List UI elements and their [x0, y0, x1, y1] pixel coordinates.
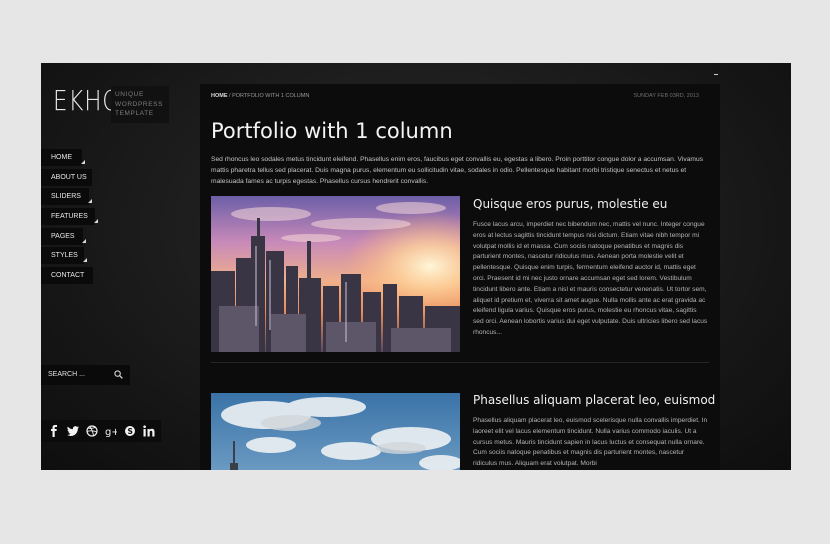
tagline-line: UNIQUE: [115, 91, 144, 98]
main-content: HOME / PORTFOLIO WITH 1 COLUMN SUNDAY FE…: [200, 84, 720, 470]
corner-mark: [714, 74, 718, 75]
nav-item-sliders[interactable]: SLIDERS: [41, 188, 92, 206]
portfolio-image[interactable]: [211, 196, 460, 352]
skype-icon[interactable]: S: [120, 420, 139, 442]
nav-item-label: CONTACT: [51, 272, 85, 280]
submenu-arrow-icon: [81, 160, 85, 164]
nav-item-styles[interactable]: STYLES: [41, 247, 87, 265]
current-date: SUNDAY FEB 03RD, 2013: [633, 93, 699, 99]
nav-item-label: PAGES: [51, 232, 75, 240]
site-frame: EKHO UNIQUE WORDPRESS TEMPLATE HOME ABOU…: [41, 63, 791, 470]
portfolio-item-title[interactable]: Phasellus aliquam placerat leo, euismod: [473, 393, 715, 407]
social-links: g+ S: [41, 420, 161, 442]
page-title: Portfolio with 1 column: [211, 119, 453, 143]
tagline-line: TEMPLATE: [115, 110, 154, 117]
nav-item-home[interactable]: HOME: [41, 149, 85, 166]
search-box[interactable]: SEARCH ...: [41, 365, 130, 385]
submenu-arrow-icon: [88, 199, 92, 204]
main-nav: HOME ABOUT US SLIDERS FEATURES PAGES STY…: [41, 149, 98, 287]
tagline-line: WORDPRESS: [115, 100, 164, 108]
submenu-arrow-icon: [94, 219, 98, 224]
breadcrumb-current: PORTFOLIO WITH 1 COLUMN: [232, 93, 310, 99]
search-input[interactable]: SEARCH ...: [48, 371, 85, 378]
portfolio-item-text: Phasellus aliquam placerat leo, euismod …: [473, 417, 708, 468]
nav-item-features[interactable]: FEATURES: [41, 208, 98, 226]
submenu-arrow-icon: [83, 258, 87, 263]
dribbble-icon[interactable]: [82, 420, 101, 442]
nav-item-contact[interactable]: CONTACT: [41, 267, 93, 285]
city-sunset-image: [211, 196, 460, 352]
nav-item-label: FEATURES: [51, 213, 88, 221]
submenu-arrow-icon: [82, 238, 86, 243]
nav-item-label: SLIDERS: [51, 193, 81, 201]
linkedin-icon[interactable]: [139, 420, 158, 442]
city-sky-image: [211, 393, 460, 470]
svg-text:g+: g+: [105, 427, 117, 437]
nav-item-pages[interactable]: PAGES: [41, 227, 86, 245]
twitter-icon[interactable]: [63, 420, 82, 442]
logo-tagline: UNIQUE WORDPRESS TEMPLATE: [111, 86, 169, 123]
search-icon[interactable]: [114, 370, 123, 379]
portfolio-item-title[interactable]: Quisque eros purus, molestie eu: [473, 197, 667, 211]
nav-item-about-us[interactable]: ABOUT US: [41, 168, 92, 186]
breadcrumb: HOME / PORTFOLIO WITH 1 COLUMN: [211, 93, 309, 99]
nav-item-label: HOME: [51, 154, 72, 161]
section-divider: [211, 362, 709, 363]
nav-item-label: ABOUT US: [51, 173, 87, 181]
page-intro: Sed rhoncus leo sodales metus tincidunt …: [211, 156, 704, 185]
portfolio-item-text: Fusce lacus arcu, imperdiet nec bibendum…: [473, 221, 708, 336]
facebook-icon[interactable]: [44, 420, 63, 442]
breadcrumb-home-link[interactable]: HOME: [211, 93, 228, 99]
nav-item-label: STYLES: [51, 252, 78, 260]
svg-text:S: S: [127, 427, 132, 436]
portfolio-image[interactable]: [211, 393, 460, 470]
site-logo[interactable]: EKHO UNIQUE WORDPRESS TEMPLATE: [53, 84, 169, 124]
google-plus-icon[interactable]: g+: [101, 420, 120, 442]
